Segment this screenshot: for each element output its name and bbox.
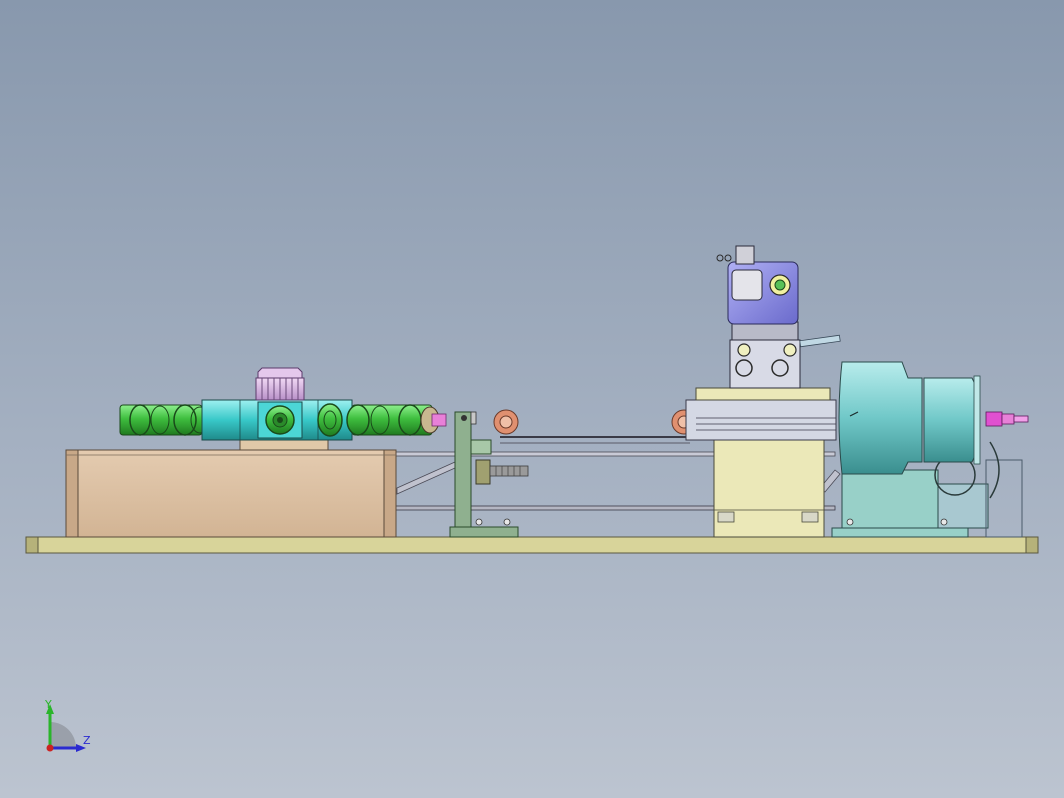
indexing-gear[interactable] [255,367,305,401]
y-axis-label: Y [45,698,52,711]
guide-roller-1[interactable] [493,409,519,435]
z-axis-label: Z [83,734,91,747]
cad-model-view[interactable] [0,0,1064,798]
turret-base [239,439,329,451]
coordinate-triad[interactable] [46,704,86,752]
origin-dot [46,744,54,752]
spindle-head[interactable] [838,361,981,475]
tensioner-bracket[interactable] [449,411,529,538]
base-plate[interactable] [25,536,1039,554]
cad-viewport[interactable]: Y Z [0,0,1064,798]
turret-housing-box[interactable] [65,449,397,538]
tool-tip[interactable] [985,411,1029,427]
slide-block[interactable] [685,387,837,538]
turret-rollers-right[interactable] [317,403,447,437]
cross-feed-motor[interactable] [716,245,841,389]
